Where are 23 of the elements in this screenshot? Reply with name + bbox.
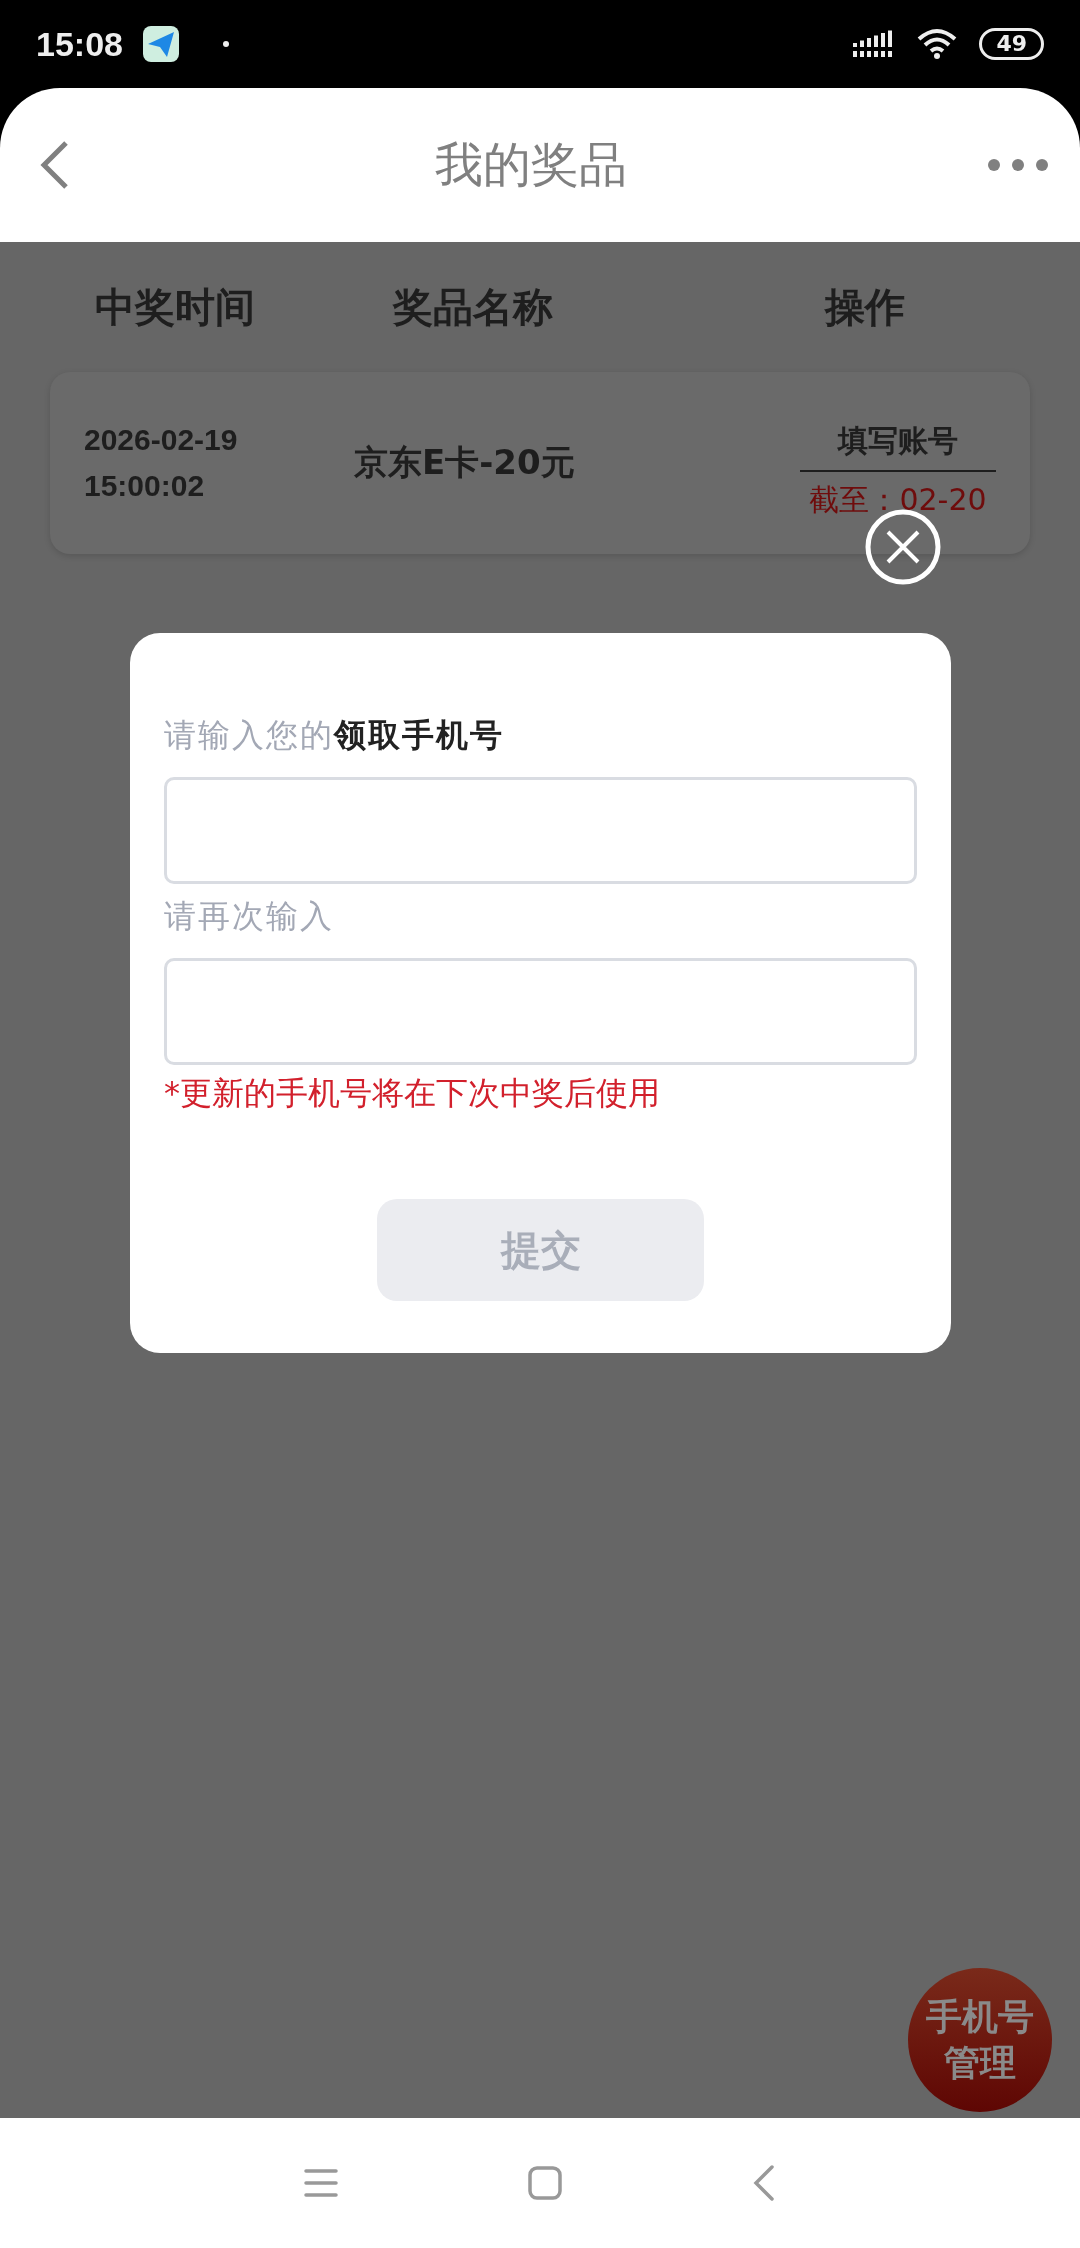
battery-level: 49	[979, 28, 1044, 60]
status-time: 15:08	[36, 24, 123, 64]
page-title: 我的奖品	[434, 135, 628, 194]
column-header: 中奖时间	[94, 282, 256, 332]
input-field[interactable]	[164, 777, 917, 884]
more-icon[interactable]	[986, 157, 1050, 173]
field-label: 请再次输入	[164, 896, 335, 936]
column-header: 操作	[823, 282, 906, 332]
paper-plane-icon	[142, 26, 179, 62]
win-time: 15:00:02	[84, 468, 206, 504]
phone-manage-button[interactable]: 手机号管理	[908, 1968, 1052, 2112]
deadline-text: 截至：02-20	[808, 480, 988, 519]
home-icon[interactable]	[528, 2166, 562, 2200]
fill-account-link[interactable]: 填写账号	[800, 419, 996, 472]
menu-icon[interactable]	[304, 2168, 338, 2198]
notification-dot-icon	[222, 41, 229, 47]
field-label: 请输入您的领取手机号	[164, 715, 505, 755]
input-field[interactable]	[164, 958, 917, 1065]
back-icon[interactable]	[752, 2165, 776, 2201]
win-date: 2026-02-19	[84, 422, 239, 458]
note-text: *更新的手机号将在下次中奖后使用	[164, 1073, 661, 1113]
prize-name: 京东E卡-20元	[354, 441, 575, 484]
column-header: 奖品名称	[391, 282, 554, 332]
